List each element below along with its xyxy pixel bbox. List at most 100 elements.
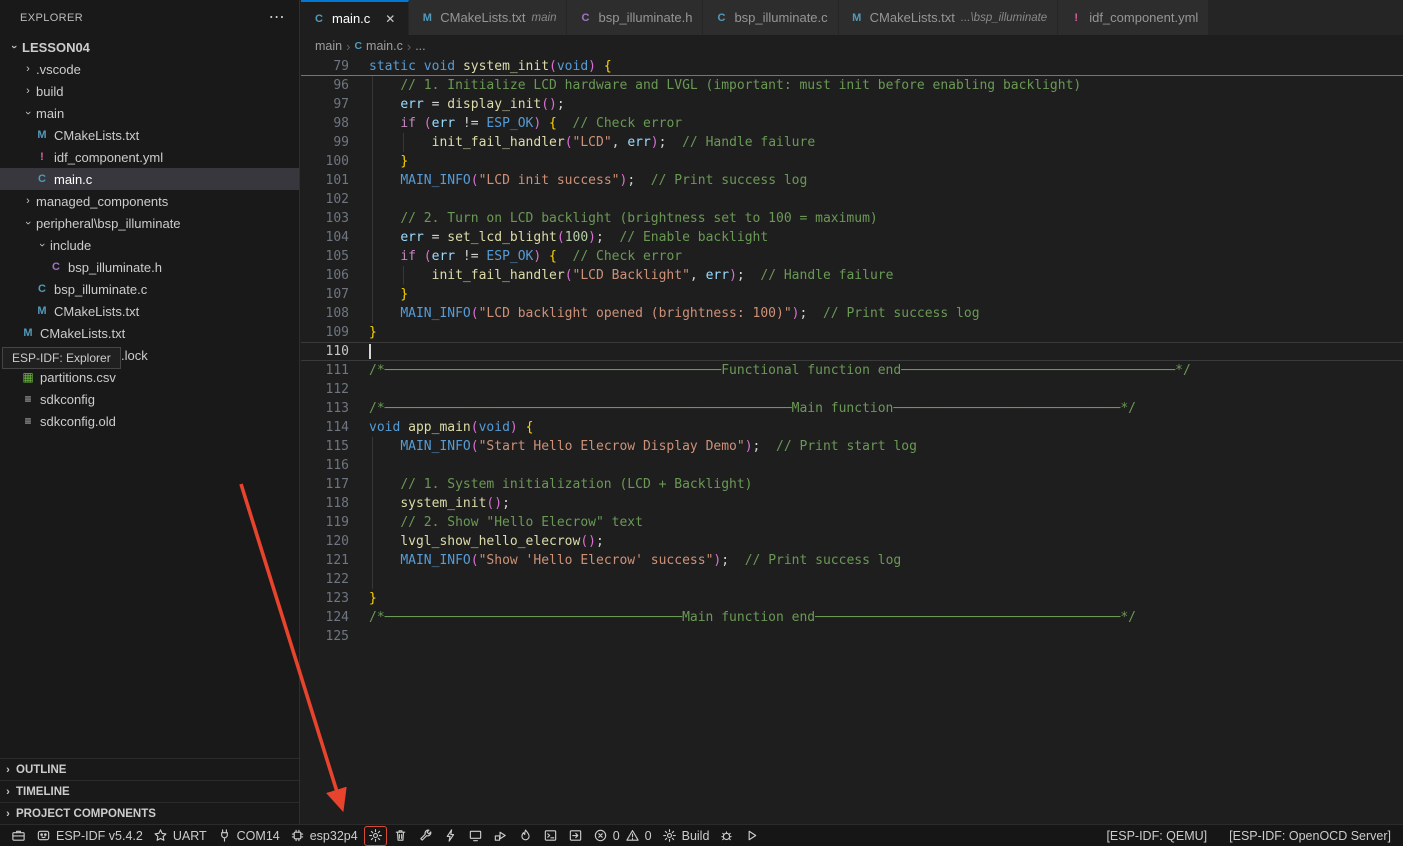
code-line-100[interactable]: 100 }	[301, 152, 1403, 171]
status-item-terminal[interactable]	[538, 825, 563, 846]
tab-main.c[interactable]: Cmain.c✕	[301, 0, 409, 35]
tree-file-idf-component.yml[interactable]: !idf_component.yml	[0, 146, 299, 168]
code-line-97[interactable]: 97 err = display_init();	[301, 95, 1403, 114]
code-line-111[interactable]: 111/*───────────────────────────────────…	[301, 361, 1403, 380]
file-type-icon: C	[577, 12, 593, 24]
tab-cmakelists.txt[interactable]: MCMakeLists.txtmain	[409, 0, 567, 35]
status-item-build-project[interactable]	[413, 825, 438, 846]
tree-folder-managed-components[interactable]: ›managed_components	[0, 190, 299, 212]
tab-bsp-illuminate.h[interactable]: Cbsp_illuminate.h	[567, 0, 703, 35]
code-line-117[interactable]: 117 // 1. System initialization (LCD + B…	[301, 475, 1403, 494]
code-line-102[interactable]: 102	[301, 190, 1403, 209]
tab-bar: Cmain.c✕MCMakeLists.txtmainCbsp_illumina…	[301, 0, 1403, 35]
line-number: 120	[301, 532, 349, 551]
tab-cmakelists.txt[interactable]: MCMakeLists.txt...\bsp_illuminate	[839, 0, 1059, 35]
indent-guide	[372, 285, 373, 304]
line-content: // 2. Show "Hello Elecrow" text	[369, 513, 1403, 532]
tree-file-cmakelists.txt[interactable]: MCMakeLists.txt	[0, 322, 299, 344]
code-line-110[interactable]: 110	[301, 342, 1403, 361]
code-line-124[interactable]: 124/*───────────────────────────────────…	[301, 608, 1403, 627]
status-item-esp-idf-version[interactable]: ESP-IDF v5.4.2	[31, 825, 148, 846]
code-line-104[interactable]: 104 err = set_lcd_blight(100); // Enable…	[301, 228, 1403, 247]
code-line-103[interactable]: 103 // 2. Turn on LCD backlight (brightn…	[301, 209, 1403, 228]
status-item-launch[interactable]	[739, 825, 764, 846]
status-item-open-idf-terminal[interactable]	[563, 825, 588, 846]
file-type-icon: C	[713, 12, 729, 24]
line-content: init_fail_handler("LCD Backlight", err);…	[369, 266, 1403, 285]
code-line-118[interactable]: 118 system_init();	[301, 494, 1403, 513]
star-icon	[153, 828, 168, 843]
tree-file-cmakelists.txt[interactable]: MCMakeLists.txt	[0, 300, 299, 322]
code-editor[interactable]: 79static void system_init(void) {96 // 1…	[301, 57, 1403, 824]
tree-file-main.c[interactable]: Cmain.c	[0, 168, 299, 190]
tree-file-sdkconfig.old[interactable]: ≡sdkconfig.old	[0, 410, 299, 432]
code-line-115[interactable]: 115 MAIN_INFO("Start Hello Elecrow Displ…	[301, 437, 1403, 456]
close-icon[interactable]: ✕	[382, 12, 398, 26]
sidebar-bottom-panels: ›OUTLINE›TIMELINE›PROJECT COMPONENTS	[0, 758, 299, 824]
status-item-sdk-configuration[interactable]	[363, 825, 388, 846]
status-item-cmake-build[interactable]: Build	[657, 825, 715, 846]
code-line-79[interactable]: 79static void system_init(void) {	[301, 57, 1403, 76]
code-line-120[interactable]: 120 lvgl_show_hello_elecrow();	[301, 532, 1403, 551]
indent-guide	[372, 304, 373, 323]
status-item-flash-device[interactable]	[438, 825, 463, 846]
code-line-123[interactable]: 123}	[301, 589, 1403, 608]
code-line-108[interactable]: 108 MAIN_INFO("LCD backlight opened (bri…	[301, 304, 1403, 323]
file-type-icon: M	[34, 305, 50, 317]
status-item-problems[interactable]: 00	[588, 825, 657, 846]
code-line-99[interactable]: 99 init_fail_handler("LCD", err); // Han…	[301, 133, 1403, 152]
status-item-debug[interactable]	[714, 825, 739, 846]
code-line-107[interactable]: 107 }	[301, 285, 1403, 304]
status-item-device-target[interactable]: esp32p4	[285, 825, 363, 846]
line-content: MAIN_INFO("Show 'Hello Elecrow' success"…	[369, 551, 1403, 570]
status-item-serial-port[interactable]: COM14	[212, 825, 285, 846]
tree-file-bsp-illuminate.c[interactable]: Cbsp_illuminate.c	[0, 278, 299, 300]
panel-project-components[interactable]: ›PROJECT COMPONENTS	[0, 802, 299, 824]
tree-file-bsp-illuminate.h[interactable]: Cbsp_illuminate.h	[0, 256, 299, 278]
code-line-105[interactable]: 105 if (err != ESP_OK) { // Check error	[301, 247, 1403, 266]
tree-folder-build[interactable]: ›build	[0, 80, 299, 102]
code-line-116[interactable]: 116	[301, 456, 1403, 475]
code-line-119[interactable]: 119 // 2. Show "Hello Elecrow" text	[301, 513, 1403, 532]
tab-bsp-illuminate.c[interactable]: Cbsp_illuminate.c	[703, 0, 838, 35]
tab-idf-component.yml[interactable]: !idf_component.yml	[1058, 0, 1209, 35]
status-item-full-clean[interactable]	[388, 825, 413, 846]
code-line-109[interactable]: 109}	[301, 323, 1403, 342]
breadcrumb-folder[interactable]: main	[315, 39, 342, 53]
line-number: 99	[301, 133, 349, 152]
tree-folder-lesson04[interactable]: ›LESSON04	[0, 36, 299, 58]
tree-file-partitions.csv[interactable]: ▦partitions.csv	[0, 366, 299, 388]
tree-folder-main[interactable]: ›main	[0, 102, 299, 124]
status-item-esp-idf-qemu[interactable]: [ESP-IDF: QEMU]	[1104, 825, 1209, 846]
code-line-106[interactable]: 106 init_fail_handler("LCD Backlight", e…	[301, 266, 1403, 285]
breadcrumb-file[interactable]: main.c	[366, 39, 403, 53]
code-line-114[interactable]: 114void app_main(void) {	[301, 418, 1403, 437]
status-item-build-flash-monitor[interactable]	[488, 825, 513, 846]
tree-file-cmakelists.txt[interactable]: MCMakeLists.txt	[0, 124, 299, 146]
tree-file-sdkconfig[interactable]: ≡sdkconfig	[0, 388, 299, 410]
wrench-icon	[418, 828, 433, 843]
code-line-122[interactable]: 122	[301, 570, 1403, 589]
status-item-flash-method-uart[interactable]: UART	[148, 825, 212, 846]
code-line-98[interactable]: 98 if (err != ESP_OK) { // Check error	[301, 114, 1403, 133]
code-line-112[interactable]: 112	[301, 380, 1403, 399]
status-item-erase-flash[interactable]	[513, 825, 538, 846]
flash-monitor-icon	[493, 828, 508, 843]
status-item-monitor-device[interactable]	[463, 825, 488, 846]
code-line-125[interactable]: 125	[301, 627, 1403, 646]
indent-guide	[403, 133, 404, 152]
tree-folder-.vscode[interactable]: ›.vscode	[0, 58, 299, 80]
code-line-121[interactable]: 121 MAIN_INFO("Show 'Hello Elecrow' succ…	[301, 551, 1403, 570]
tree-folder-peripheral-bsp-illuminate[interactable]: ›peripheral\bsp_illuminate	[0, 212, 299, 234]
breadcrumb-symbol[interactable]: ...	[415, 39, 425, 53]
code-line-101[interactable]: 101 MAIN_INFO("LCD init success"); // Pr…	[301, 171, 1403, 190]
line-number: 105	[301, 247, 349, 266]
more-actions-icon[interactable]: ⋯	[269, 13, 285, 23]
panel-outline[interactable]: ›OUTLINE	[0, 758, 299, 780]
panel-timeline[interactable]: ›TIMELINE	[0, 780, 299, 802]
code-line-96[interactable]: 96 // 1. Initialize LCD hardware and LVG…	[301, 76, 1403, 95]
tree-folder-include[interactable]: ›include	[0, 234, 299, 256]
code-line-113[interactable]: 113/*───────────────────────────────────…	[301, 399, 1403, 418]
status-item-esp-idf-openocd-server[interactable]: [ESP-IDF: OpenOCD Server]	[1227, 825, 1393, 846]
status-item-remote[interactable]	[6, 825, 31, 846]
